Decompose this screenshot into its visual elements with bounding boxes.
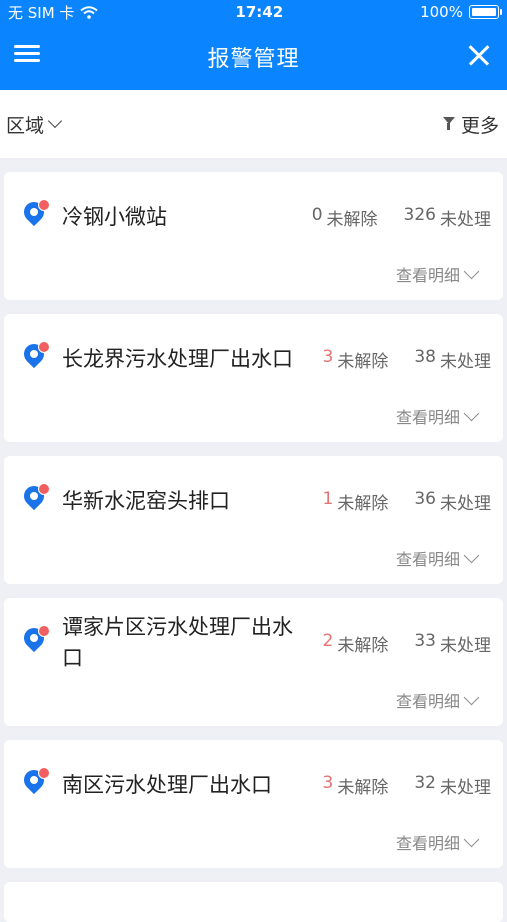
filter-icon <box>442 117 455 131</box>
wifi-icon <box>80 5 99 19</box>
more-label: 更多 <box>460 114 499 137</box>
station-card[interactable] <box>4 882 503 922</box>
unprocessed-count: 38 <box>414 347 436 367</box>
more-filter-button[interactable]: 更多 <box>442 111 499 138</box>
station-name: 南区污水处理厂出水口 <box>62 773 272 797</box>
unprocessed-label: 未处理 <box>440 778 491 798</box>
view-detail-button[interactable]: 查看明细 <box>395 830 480 854</box>
view-detail-label: 查看明细 <box>395 266 460 285</box>
clock: 17:42 <box>235 3 284 21</box>
app-header: 报警管理 <box>0 24 507 90</box>
station-name: 谭家片区污水处理厂出水口 <box>62 615 293 670</box>
unresolved-count: 2 <box>322 631 334 651</box>
page-title: 报警管理 <box>207 47 300 72</box>
view-detail-button[interactable]: 查看明细 <box>395 262 480 286</box>
unprocessed-count: 33 <box>414 631 436 651</box>
unresolved-count: 1 <box>322 489 334 509</box>
view-detail-button[interactable]: 查看明细 <box>395 546 480 570</box>
unresolved-label: 未解除 <box>337 636 389 656</box>
alarm-counts: 1 未解除 36 未处理 <box>323 489 491 514</box>
chevron-down-icon <box>47 113 63 129</box>
unresolved-count: 0 <box>311 205 323 225</box>
station-name: 华新水泥窑头排口 <box>62 489 230 513</box>
unprocessed-label: 未处理 <box>440 494 491 514</box>
location-pin-icon <box>19 623 50 658</box>
station-list: 冷钢小微站 0 未解除 326 未处理 查看明细 长龙界污水处理厂出水口 3 未… <box>0 158 507 922</box>
chevron-down-icon <box>463 405 480 421</box>
unresolved-label: 未解除 <box>337 494 389 514</box>
station-card[interactable]: 长龙界污水处理厂出水口 3 未解除 38 未处理 查看明细 <box>4 314 503 442</box>
location-pin-icon <box>19 339 50 374</box>
station-card[interactable]: 冷钢小微站 0 未解除 326 未处理 查看明细 <box>4 172 503 300</box>
alarm-counts: 2 未解除 33 未处理 <box>323 631 491 656</box>
view-detail-button[interactable]: 查看明细 <box>395 404 480 428</box>
unresolved-label: 未解除 <box>337 352 389 372</box>
chevron-down-icon <box>463 689 480 705</box>
chevron-down-icon <box>463 263 480 279</box>
unprocessed-count: 32 <box>414 773 436 793</box>
view-detail-label: 查看明细 <box>395 834 460 853</box>
unresolved-count: 3 <box>322 347 334 367</box>
view-detail-label: 查看明细 <box>395 550 460 569</box>
unprocessed-count: 36 <box>414 489 436 509</box>
region-dropdown[interactable]: 区域 <box>6 111 63 138</box>
view-detail-button[interactable]: 查看明细 <box>395 688 480 712</box>
filter-bar: 区域 更多 <box>0 90 507 158</box>
unresolved-count: 3 <box>322 773 334 793</box>
location-pin-icon <box>19 481 50 516</box>
unprocessed-label: 未处理 <box>440 352 491 372</box>
status-bar: 无 SIM 卡 17:42 100% <box>0 0 507 24</box>
alarm-counts: 3 未解除 32 未处理 <box>323 773 491 798</box>
carrier-label: 无 SIM 卡 <box>8 3 75 22</box>
location-pin-icon <box>19 197 50 232</box>
chevron-down-icon <box>463 547 480 563</box>
battery-icon <box>468 5 502 19</box>
region-label: 区域 <box>6 114 45 137</box>
station-name: 冷钢小微站 <box>62 205 167 229</box>
station-name: 长龙界污水处理厂出水口 <box>62 347 293 371</box>
station-card[interactable]: 谭家片区污水处理厂出水口 2 未解除 33 未处理 查看明细 <box>4 598 503 726</box>
station-card[interactable]: 华新水泥窑头排口 1 未解除 36 未处理 查看明细 <box>4 456 503 584</box>
unresolved-label: 未解除 <box>326 210 378 230</box>
unprocessed-label: 未处理 <box>440 210 491 230</box>
alarm-counts: 3 未解除 38 未处理 <box>323 347 491 372</box>
unresolved-label: 未解除 <box>337 778 389 798</box>
location-pin-icon <box>19 765 50 800</box>
close-icon[interactable] <box>463 40 495 72</box>
view-detail-label: 查看明细 <box>395 692 460 711</box>
menu-icon[interactable] <box>14 41 40 67</box>
alarm-counts: 0 未解除 326 未处理 <box>312 205 491 230</box>
unprocessed-label: 未处理 <box>440 636 491 656</box>
unprocessed-count: 326 <box>403 205 436 225</box>
chevron-down-icon <box>463 831 480 847</box>
view-detail-label: 查看明细 <box>395 408 460 427</box>
battery-percent: 100% <box>420 3 463 21</box>
station-card[interactable]: 南区污水处理厂出水口 3 未解除 32 未处理 查看明细 <box>4 740 503 868</box>
